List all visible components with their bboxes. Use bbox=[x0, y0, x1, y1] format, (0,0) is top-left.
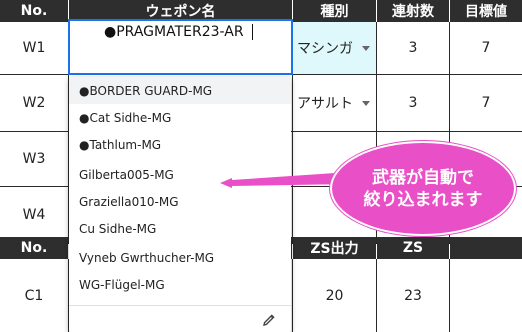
autocomplete-option[interactable]: ●Cat Sidhe-MG bbox=[69, 104, 291, 131]
option-label: ●Cat Sidhe-MG bbox=[79, 110, 172, 125]
row-w1-no[interactable]: W1 bbox=[0, 22, 68, 74]
option-label: Cu Sidhe-MG bbox=[79, 221, 157, 236]
type-value: アサルト bbox=[297, 96, 353, 112]
header-target-label: 目標値 bbox=[465, 4, 507, 20]
row-no: W3 bbox=[22, 151, 46, 167]
zs-value: 23 bbox=[404, 288, 422, 304]
header2-zs-label: ZS bbox=[402, 240, 424, 256]
autocomplete-dropdown[interactable]: ●BORDER GUARD-MG ●Cat Sidhe-MG ●Tathlum-… bbox=[69, 77, 291, 332]
grid-line bbox=[449, 259, 450, 332]
target-w1[interactable]: 7 bbox=[450, 22, 522, 74]
zs-output-value: 20 bbox=[325, 288, 344, 304]
rapid-w1[interactable]: 3 bbox=[377, 22, 449, 74]
row-no: W1 bbox=[22, 40, 46, 56]
row-no: C1 bbox=[24, 288, 44, 304]
row-w4-no[interactable]: W4 bbox=[0, 187, 68, 243]
pencil-icon[interactable] bbox=[261, 312, 277, 328]
row-w2-no[interactable]: W2 bbox=[0, 75, 68, 131]
header2-blank2 bbox=[450, 237, 522, 259]
header2-zs-output: ZS出力 bbox=[293, 237, 376, 259]
autocomplete-option[interactable]: ●BORDER GUARD-MG bbox=[69, 77, 291, 104]
header-no: No. bbox=[0, 0, 68, 22]
header2-zs-output-label: ZS出力 bbox=[310, 241, 359, 257]
option-label: Gilberta005-MG bbox=[79, 167, 174, 182]
type-dropdown-w2[interactable]: アサルト bbox=[293, 75, 376, 131]
grid-line bbox=[376, 259, 377, 332]
autocomplete-option[interactable]: Vyneb Gwrthucher-MG bbox=[69, 244, 291, 271]
text-cursor bbox=[252, 24, 253, 40]
target-value: 7 bbox=[481, 95, 491, 111]
header-rapid-label: 連射数 bbox=[392, 4, 434, 20]
dropdown-footer-divider bbox=[69, 305, 291, 306]
header-type-label: 種別 bbox=[320, 4, 349, 20]
chevron-down-icon bbox=[362, 46, 370, 51]
callout-bubble: 武器が自動で 絞り込まれます bbox=[330, 141, 516, 236]
target-value: 7 bbox=[481, 40, 491, 56]
option-label: Graziella010-MG bbox=[79, 194, 179, 209]
callout-text-line1: 武器が自動で bbox=[372, 167, 474, 188]
grid-line bbox=[292, 259, 293, 332]
autocomplete-option[interactable]: ●Tathlum-MG bbox=[69, 131, 291, 158]
row-c1-no[interactable]: C1 bbox=[0, 260, 68, 332]
weapon-name-input-text[interactable]: ●PRAGMATER23-AR bbox=[104, 24, 244, 40]
header-no-label: No. bbox=[20, 3, 48, 19]
option-label: WG-Flügel-MG bbox=[79, 277, 165, 292]
autocomplete-option[interactable]: Cu Sidhe-MG bbox=[69, 215, 291, 242]
callout-text-line2: 絞り込まれます bbox=[363, 189, 483, 210]
rapid-w2[interactable]: 3 bbox=[377, 75, 449, 131]
header2-no-label: No. bbox=[20, 240, 48, 256]
chevron-down-icon bbox=[362, 101, 370, 106]
weapon-name-editor[interactable]: ●PRAGMATER23-AR bbox=[68, 19, 293, 75]
row-w3-no[interactable]: W3 bbox=[0, 132, 68, 186]
row-no: W2 bbox=[22, 95, 46, 111]
option-label: ●BORDER GUARD-MG bbox=[79, 83, 213, 98]
header-weapon-name-label: ウェポン名 bbox=[145, 4, 216, 20]
target-w2[interactable]: 7 bbox=[450, 75, 522, 131]
row-no: W4 bbox=[22, 207, 46, 223]
zs-output-c1[interactable]: 20 bbox=[293, 260, 376, 332]
header2-no: No. bbox=[0, 237, 68, 259]
header2-zs: ZS bbox=[377, 237, 449, 259]
header-target: 目標値 bbox=[450, 0, 522, 22]
type-value: マシンガ bbox=[297, 41, 353, 57]
rapid-value: 3 bbox=[408, 95, 418, 111]
header-rapid: 連射数 bbox=[377, 0, 449, 22]
option-label: Vyneb Gwrthucher-MG bbox=[79, 250, 215, 265]
rapid-value: 3 bbox=[408, 40, 418, 56]
zs-c1[interactable]: 23 bbox=[377, 260, 449, 332]
option-label: ●Tathlum-MG bbox=[79, 137, 162, 152]
header-type: 種別 bbox=[293, 0, 376, 22]
type-dropdown-w1[interactable]: マシンガ bbox=[293, 22, 376, 74]
autocomplete-option[interactable]: WG-Flügel-MG bbox=[69, 271, 291, 298]
